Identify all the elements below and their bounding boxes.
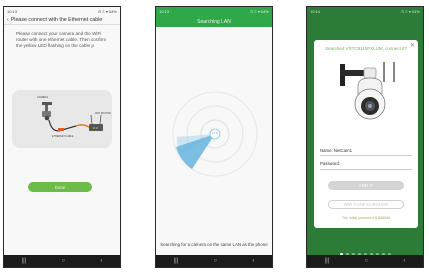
status-icons: ⊙ ≡ ▾ 54% [97, 9, 117, 14]
searching-status-text: Searching for a camera on the same LAN a… [160, 242, 268, 247]
status-bar: 10:14 ⊙ ≡ ▾ 54% [307, 7, 423, 16]
recent-apps-icon[interactable]: ||| [22, 258, 27, 264]
close-icon[interactable]: ✕ [410, 42, 415, 49]
diagram-label-router: WIFI ROUTER [95, 112, 111, 115]
camera-icon [340, 62, 395, 120]
diagram-label-camera: CAMERA [37, 96, 49, 99]
android-nav-bar: ||| ○ ‹ [156, 255, 272, 267]
device-found-dialog: ✕ Searched VSTC8110FXLUM, connect it? Na… [314, 40, 418, 228]
phone-screen-device-found: 10:14 ⊙ ≡ ▾ 54% ✕ Searched VSTC8110FXLUM… [306, 6, 424, 268]
name-underline [320, 155, 412, 156]
status-time: 10:13 [7, 9, 18, 14]
status-bar: 10:13 ⊙ ≡ ▾ 54% [4, 7, 120, 16]
page-title: Please connect with the Ethernet cable [10, 17, 103, 23]
add-it-button[interactable]: ADD IT [328, 181, 404, 190]
default-password-note: The initial password is 888888 [341, 216, 391, 220]
status-time: 10:14 [310, 9, 321, 14]
android-nav-bar: ||| ○ ‹ [4, 255, 120, 267]
home-icon[interactable]: ○ [62, 258, 66, 264]
phone-screen-searching-lan: 10:13 ⊙ ≡ ▾ 54% Searching LAN LAN Search… [155, 6, 273, 268]
camera-router-diagram-icon [42, 102, 103, 132]
instructions-text: Please connect your camera and the WiFi … [16, 31, 107, 48]
radar-center-label: LAN [212, 131, 218, 135]
recent-apps-icon[interactable]: ||| [325, 258, 330, 264]
phone-screen-ethernet: 10:13 ⊙ ≡ ▾ 54% ‹ Please connect with th… [3, 6, 121, 268]
ptz-camera-image [334, 60, 404, 124]
password-field[interactable]: Password: [320, 161, 340, 166]
back-arrow-icon[interactable]: ‹ [7, 17, 9, 23]
connection-diagram: CAMERA ETHERNET CABLE WIFI ROUTER [12, 90, 112, 148]
header-area: 10:13 ⊙ ≡ ▾ 54% Searching LAN [156, 7, 272, 27]
back-icon[interactable]: ‹ [252, 258, 254, 264]
status-icons: ⊙ ≡ ▾ 54% [400, 9, 420, 14]
radar-scan: LAN [170, 89, 260, 179]
back-icon[interactable]: ‹ [100, 258, 102, 264]
header-bar: ‹ Please connect with the Ethernet cable [4, 16, 120, 25]
password-underline [320, 169, 412, 170]
recent-apps-icon[interactable]: ||| [174, 258, 179, 264]
found-device-text: Searched VSTC8110FXLUM, connect it? [325, 46, 407, 51]
home-icon[interactable]: ○ [365, 258, 369, 264]
android-nav-bar: ||| ○ ‹ [307, 255, 423, 267]
done-button[interactable]: Done [28, 182, 92, 192]
status-bar: 10:13 ⊙ ≡ ▾ 54% [156, 7, 272, 16]
wifi-configuration-button[interactable]: WIFI CONFIGURATION [328, 200, 404, 209]
status-time: 10:13 [159, 9, 170, 14]
diagram-label-cable: ETHERNET CABLE [52, 135, 74, 138]
status-icons: ⊙ ≡ ▾ 54% [249, 9, 269, 14]
camera-name-field[interactable]: Name: NetCam1 [320, 148, 352, 153]
back-icon[interactable]: ‹ [403, 258, 405, 264]
page-title: Searching LAN [197, 18, 231, 25]
home-icon[interactable]: ○ [214, 258, 218, 264]
